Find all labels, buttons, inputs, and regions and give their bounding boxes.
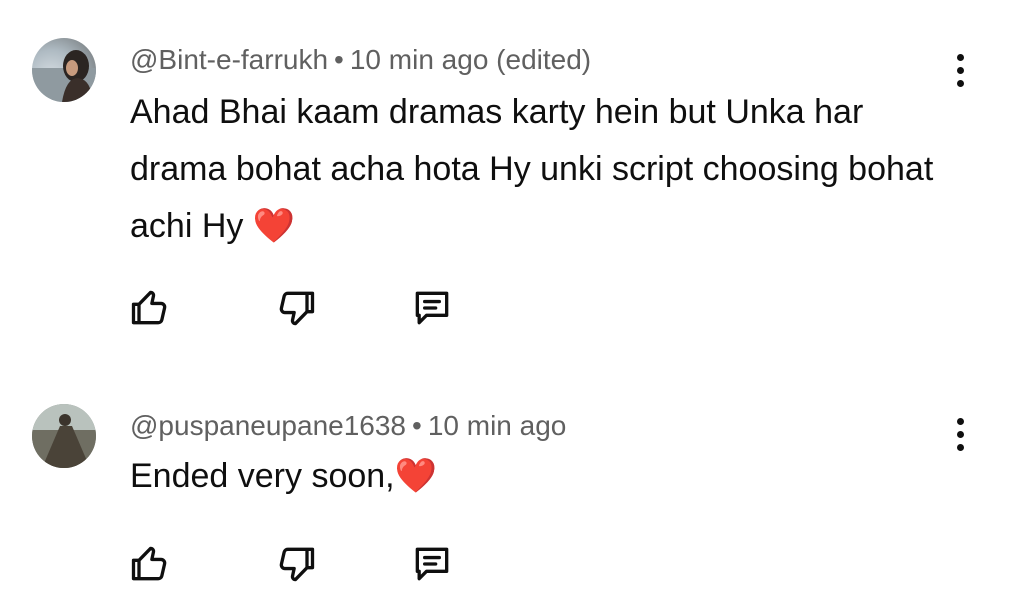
avatar[interactable] xyxy=(32,38,96,102)
thumbs-down-icon xyxy=(279,291,315,326)
thumbs-up-icon xyxy=(131,290,167,325)
timestamp[interactable]: 10 min ago xyxy=(428,410,567,441)
comment-actions xyxy=(128,286,488,330)
author-name[interactable]: @puspaneupane1638 xyxy=(130,410,406,441)
heart-emoji: ❤️ xyxy=(252,207,296,245)
thumbs-down-icon xyxy=(279,547,315,582)
comment-body: Ahad Bhai kaam dramas karty hein but Unk… xyxy=(130,93,934,245)
reply-button[interactable] xyxy=(410,542,454,586)
like-button[interactable] xyxy=(128,542,172,586)
thumbs-up-icon xyxy=(131,546,167,581)
author-name[interactable]: @Bint-e-farrukh xyxy=(130,44,328,75)
more-vert-icon[interactable] xyxy=(946,414,974,454)
timestamp[interactable]: 10 min ago (edited) xyxy=(350,44,591,75)
comment-icon xyxy=(415,291,449,325)
comment-actions xyxy=(128,542,488,586)
dislike-button[interactable] xyxy=(274,542,318,586)
reply-button[interactable] xyxy=(410,286,454,330)
comment-meta: @Bint-e-farrukh • 10 min ago (edited) xyxy=(130,44,591,76)
avatar[interactable] xyxy=(32,404,96,468)
comment-text: Ended very soon,❤️ xyxy=(130,448,950,505)
comment-item: @puspaneupane1638 • 10 min ago Ended very … xyxy=(0,390,1024,604)
separator-dot: • xyxy=(334,44,344,75)
comment-body: Ended very soon, xyxy=(130,457,395,495)
like-button[interactable] xyxy=(128,286,172,330)
comment-meta: @puspaneupane1638 • 10 min ago xyxy=(130,410,566,442)
comment-item: @Bint-e-farrukh • 10 min ago (edited) Ahad… xyxy=(0,0,1024,360)
heart-emoji: ❤️ xyxy=(394,457,437,495)
comment-text: Ahad Bhai kaam dramas karty hein but Unk… xyxy=(130,84,950,255)
dislike-button[interactable] xyxy=(274,286,318,330)
comment-icon xyxy=(415,547,449,581)
more-vert-icon[interactable] xyxy=(946,50,974,90)
separator-dot: • xyxy=(412,410,422,441)
